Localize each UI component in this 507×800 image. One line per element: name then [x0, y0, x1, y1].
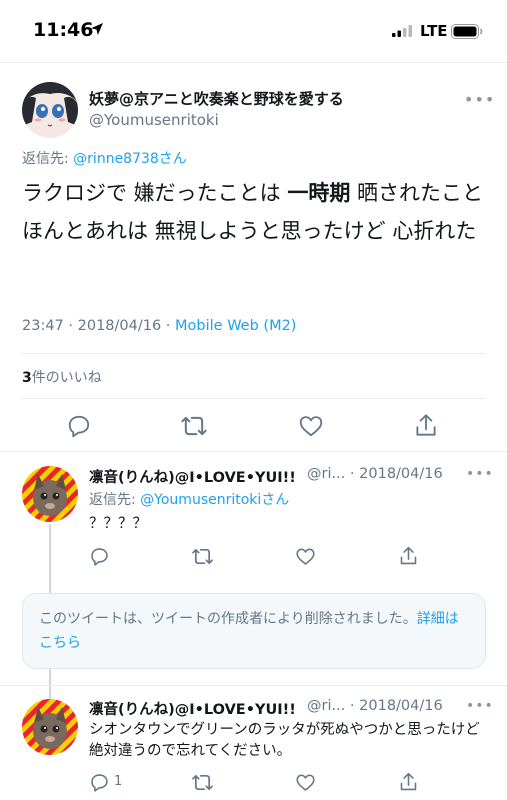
like-icon[interactable] [298, 413, 324, 439]
deleted-notice-text: このツイートは、ツイートの作成者により削除されました。 [39, 611, 417, 627]
more-options-icon[interactable]: ••• [466, 698, 494, 714]
tweet-meta: 23:47 · 2018/04/16 · Mobile Web (M2) [22, 318, 296, 334]
tweet-timestamp: 23:47 · 2018/04/16 · [22, 318, 176, 334]
reply-count: 1 [114, 774, 123, 789]
tweet-text-bold: 一時期 [287, 181, 351, 205]
retweet-icon[interactable] [191, 772, 214, 793]
like-icon[interactable] [295, 546, 316, 567]
reply-to-prefix: 返信先: [22, 151, 74, 167]
status-time: 11:46 [33, 19, 94, 41]
tweet-client-link[interactable]: Mobile Web (M2) [175, 318, 296, 334]
more-options-icon[interactable]: ••• [464, 90, 495, 109]
like-icon[interactable] [295, 772, 316, 793]
share-icon[interactable] [398, 771, 419, 793]
divider [22, 398, 486, 399]
section-separator [0, 451, 507, 452]
reply-icon[interactable] [89, 546, 110, 567]
reply-text: シオンタウンでグリーンのラッタが死ぬやつかと思ったけど絶対違うので忘れてください… [89, 722, 480, 759]
reply-to-line: 返信先: @rinne8738さん [22, 148, 187, 168]
retweet-icon[interactable] [180, 413, 208, 439]
reply-handle-date: @ri... · 2018/04/16 [307, 466, 443, 482]
share-icon[interactable] [413, 412, 439, 439]
more-options-icon[interactable]: ••• [466, 466, 494, 482]
retweet-icon[interactable] [191, 546, 214, 567]
deleted-tweet-notice: このツイートは、ツイートの作成者により削除されました。詳細はこちら [22, 593, 486, 669]
avatar[interactable] [22, 699, 78, 755]
tweet-text: ラクロジで 嫌だったことは 一時期 晒されたこと ほんとあれは 無視しようと思っ… [22, 174, 487, 250]
reply-to-prefix: 返信先: [89, 492, 141, 508]
avatar[interactable] [22, 82, 78, 138]
reply-to-line: 返信先: @Youmusenritokiさん [89, 489, 289, 509]
reply-author-name[interactable]: 凛音(りんね)@I•LOVE•YUI!! [89, 698, 296, 719]
reply-author-name[interactable]: 凛音(りんね)@I•LOVE•YUI!! [89, 466, 296, 487]
author-handle[interactable]: @Youmusenritoki [89, 111, 219, 129]
section-separator [0, 685, 507, 686]
author-name[interactable]: 妖夢@京アニと吹奏楽と野球を愛する [89, 88, 344, 109]
share-icon[interactable] [398, 545, 419, 567]
likes-count: 3 [22, 370, 32, 386]
reply-handle-date: @ri... · 2018/04/16 [307, 698, 443, 714]
avatar[interactable] [22, 466, 78, 522]
reply-text: ？？？？ [89, 516, 147, 532]
battery-icon [451, 24, 483, 39]
tweet-text-part1: ラクロジで 嫌だったことは [22, 181, 288, 205]
location-arrow-icon [91, 23, 103, 35]
reply-to-handle[interactable]: @rinne8738さん [73, 151, 187, 167]
divider [22, 353, 486, 354]
reply-to-handle[interactable]: @Youmusenritokiさん [140, 492, 289, 508]
header-divider [0, 62, 507, 63]
status-bar: 11:46 LTE [0, 0, 507, 62]
cellular-signal-icon [392, 25, 412, 37]
reply-icon[interactable] [89, 772, 110, 793]
likes-label: 件のいいね [31, 370, 102, 386]
likes-summary[interactable]: 3件のいいね [22, 367, 102, 387]
network-label: LTE [420, 22, 448, 40]
reply-icon[interactable] [66, 413, 92, 439]
